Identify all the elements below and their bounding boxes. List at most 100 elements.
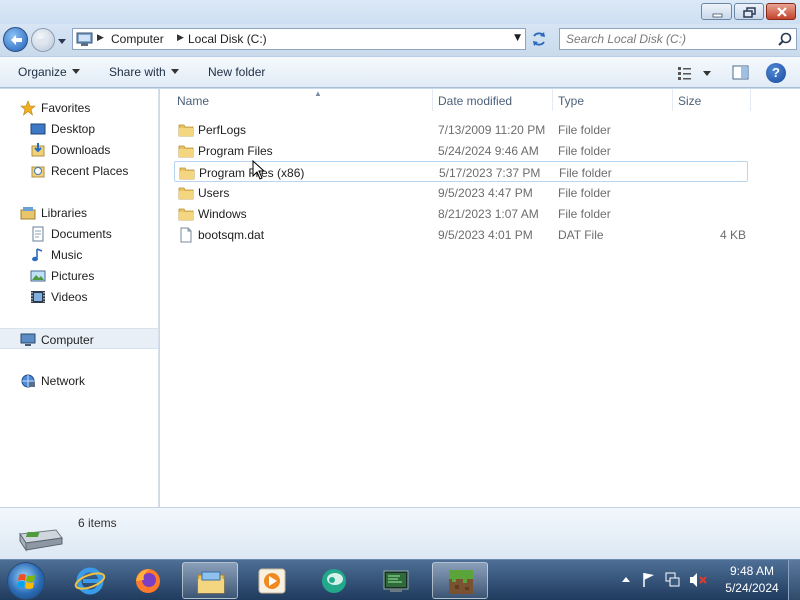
sidebar-item-libraries[interactable]: Libraries bbox=[0, 202, 158, 223]
sidebar-item-music[interactable]: Music bbox=[0, 244, 158, 265]
column-divider[interactable] bbox=[750, 89, 751, 111]
action-center-flag-icon[interactable] bbox=[643, 573, 654, 587]
window-title-bar bbox=[0, 0, 800, 24]
breadcrumb-local-disk[interactable]: Local Disk (C:) bbox=[188, 32, 267, 46]
sidebar-item-documents[interactable]: Documents bbox=[0, 223, 158, 244]
breadcrumb-separator-icon[interactable]: ▶ bbox=[177, 33, 184, 43]
forward-button[interactable] bbox=[31, 28, 55, 52]
taskbar-media-player[interactable] bbox=[244, 562, 300, 599]
show-hidden-icons-icon[interactable] bbox=[622, 577, 630, 582]
column-divider[interactable] bbox=[672, 89, 673, 111]
taskbar-clock[interactable]: 9:48 AM 5/24/2024 bbox=[720, 563, 784, 597]
taskbar-internet-explorer[interactable] bbox=[62, 562, 118, 599]
taskbar-chat-app[interactable] bbox=[306, 562, 362, 599]
column-header-type[interactable]: Type bbox=[558, 89, 670, 113]
sidebar-item-favorites[interactable]: Favorites bbox=[0, 97, 158, 118]
taskbar-terminal-app[interactable] bbox=[368, 562, 424, 599]
preview-pane-icon bbox=[732, 65, 749, 80]
computer-location-icon bbox=[76, 32, 93, 46]
taskbar-firefox[interactable] bbox=[120, 562, 176, 599]
windows-logo-icon bbox=[17, 574, 35, 589]
forward-arrow-icon bbox=[38, 36, 49, 46]
taskbar-windows-explorer[interactable] bbox=[182, 562, 238, 599]
network-status-icon[interactable] bbox=[665, 572, 680, 587]
change-view-button[interactable] bbox=[676, 64, 716, 82]
close-icon bbox=[777, 7, 787, 17]
search-placeholder: Search Local Disk (C:) bbox=[566, 32, 687, 46]
organize-button[interactable]: Organize bbox=[18, 65, 80, 79]
documents-icon bbox=[32, 226, 44, 242]
folder-icon bbox=[179, 167, 195, 180]
column-divider[interactable] bbox=[552, 89, 553, 111]
star-icon bbox=[20, 100, 36, 116]
share-with-label: Share with bbox=[109, 65, 166, 79]
sidebar-item-videos[interactable]: Videos bbox=[0, 286, 158, 307]
new-folder-button[interactable]: New folder bbox=[208, 65, 265, 79]
chevron-down-icon bbox=[58, 39, 66, 44]
chevron-down-icon bbox=[71, 69, 80, 74]
windows-explorer-icon bbox=[197, 571, 225, 594]
volume-muted-icon[interactable] bbox=[690, 573, 707, 587]
file-type: File folder bbox=[558, 207, 611, 221]
back-button[interactable] bbox=[3, 27, 28, 52]
file-icon bbox=[180, 227, 192, 243]
share-with-button[interactable]: Share with bbox=[109, 65, 179, 79]
sidebar-item-label: Libraries bbox=[41, 206, 88, 220]
help-button[interactable]: ? bbox=[766, 63, 786, 83]
file-date-modified: 7/13/2009 11:20 PM bbox=[438, 123, 546, 137]
close-button[interactable] bbox=[766, 3, 796, 20]
refresh-button[interactable] bbox=[528, 28, 550, 50]
show-desktop-button[interactable] bbox=[788, 560, 800, 600]
refresh-icon bbox=[533, 32, 545, 46]
music-note-icon bbox=[32, 248, 43, 262]
folder-icon bbox=[178, 187, 194, 200]
folder-icon bbox=[178, 124, 194, 137]
sidebar-item-desktop[interactable]: Desktop bbox=[0, 118, 158, 139]
sidebar-item-network[interactable]: Network bbox=[0, 370, 158, 391]
file-row-users[interactable]: Users 9/5/2023 4:47 PM File folder bbox=[174, 182, 748, 203]
downloads-icon bbox=[31, 143, 45, 157]
sidebar-item-label: Videos bbox=[51, 290, 88, 304]
sidebar-item-label: Pictures bbox=[51, 269, 95, 283]
file-row-windows[interactable]: Windows 8/21/2023 1:07 AM File folder bbox=[174, 203, 748, 224]
column-header-label: Type bbox=[558, 94, 585, 108]
minimize-button[interactable] bbox=[701, 3, 732, 20]
recent-pages-button[interactable] bbox=[57, 36, 67, 46]
system-tray bbox=[616, 568, 716, 592]
firefox-icon bbox=[136, 569, 160, 593]
search-icon[interactable] bbox=[778, 32, 792, 46]
pictures-icon bbox=[30, 270, 46, 282]
column-header-size[interactable]: Size bbox=[678, 89, 750, 113]
file-row-perflogs[interactable]: PerfLogs 7/13/2009 11:20 PM File folder bbox=[174, 119, 748, 140]
address-history-dropdown[interactable]: ▼ bbox=[514, 33, 521, 43]
preview-pane-button[interactable] bbox=[731, 64, 751, 82]
help-icon: ? bbox=[772, 65, 780, 80]
start-button[interactable] bbox=[7, 562, 45, 600]
internet-explorer-icon bbox=[74, 567, 106, 595]
navigation-pane: Favorites Desktop Downloads Recent Place… bbox=[0, 89, 159, 507]
breadcrumb-computer[interactable]: Computer bbox=[111, 32, 164, 46]
restore-button[interactable] bbox=[734, 3, 764, 20]
address-bar[interactable]: ▶ Computer ▶ Local Disk (C:) ▼ bbox=[72, 28, 526, 50]
chevron-down-icon bbox=[170, 69, 179, 74]
taskbar-minecraft[interactable] bbox=[432, 562, 488, 599]
network-icon bbox=[21, 374, 35, 388]
column-header-name[interactable]: Name ▲ bbox=[176, 89, 432, 113]
breadcrumb-separator-icon[interactable]: ▶ bbox=[97, 33, 104, 43]
navigation-bar: ▶ Computer ▶ Local Disk (C:) ▼ Search Lo… bbox=[0, 24, 800, 56]
column-header-date-modified[interactable]: Date modified bbox=[438, 89, 550, 113]
sidebar-item-pictures[interactable]: Pictures bbox=[0, 265, 158, 286]
restore-icon bbox=[743, 7, 756, 18]
sidebar-item-downloads[interactable]: Downloads bbox=[0, 139, 158, 160]
search-input[interactable]: Search Local Disk (C:) bbox=[559, 28, 797, 50]
sidebar-item-recent-places[interactable]: Recent Places bbox=[0, 160, 158, 181]
file-row-bootsqm-dat[interactable]: bootsqm.dat 9/5/2023 4:01 PM DAT File 4 … bbox=[174, 224, 748, 245]
file-size: 4 KB bbox=[720, 228, 747, 242]
details-pane: 6 items bbox=[0, 507, 800, 559]
file-row-program-files[interactable]: Program Files 5/24/2024 9:46 AM File fol… bbox=[174, 140, 748, 161]
sidebar-item-label: Music bbox=[51, 248, 83, 262]
sidebar-item-computer[interactable]: Computer bbox=[0, 328, 158, 349]
column-divider[interactable] bbox=[432, 89, 433, 111]
file-type: DAT File bbox=[558, 228, 604, 242]
computer-icon bbox=[20, 333, 36, 346]
